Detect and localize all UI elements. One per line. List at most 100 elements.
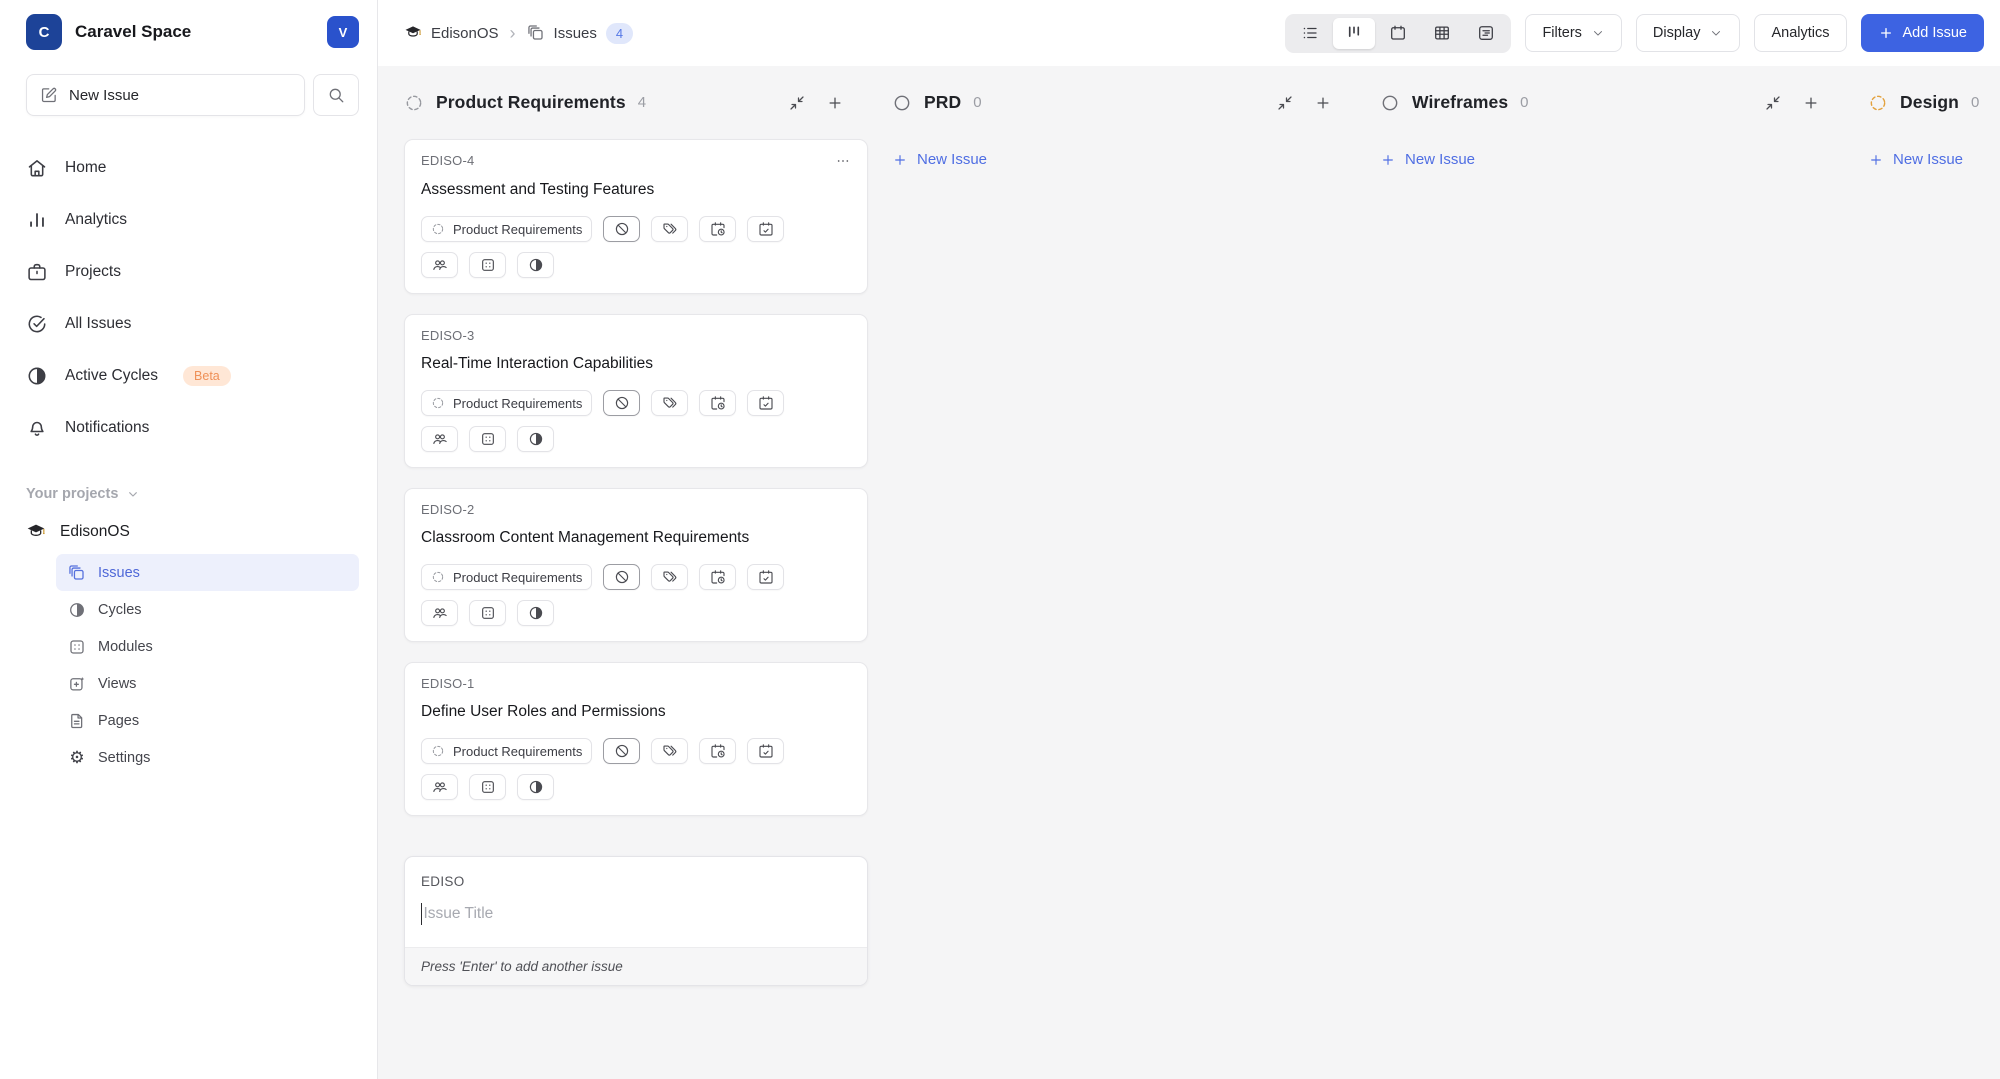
module-pill[interactable] <box>469 426 506 452</box>
user-avatar[interactable]: V <box>327 16 359 48</box>
state-pill[interactable]: Product Requirements <box>421 216 592 242</box>
module-pill[interactable] <box>469 600 506 626</box>
start-date-pill[interactable] <box>699 738 736 764</box>
module-pill[interactable] <box>469 774 506 800</box>
state-pill-label: Product Requirements <box>453 570 582 585</box>
card-menu-button[interactable] <box>835 153 851 169</box>
due-date-pill[interactable] <box>747 216 784 242</box>
issue-card[interactable]: EDISO-3 Real-Time Interaction Capabiliti… <box>404 314 868 468</box>
priority-pill[interactable] <box>603 564 640 590</box>
add-issue-button[interactable]: Add Issue <box>1861 14 1985 52</box>
start-date-pill[interactable] <box>699 564 736 590</box>
project-item-modules[interactable]: Modules <box>56 628 359 665</box>
assignee-pill[interactable] <box>421 252 458 278</box>
kanban-view-button[interactable] <box>1333 18 1375 49</box>
project-item-cycles[interactable]: Cycles <box>56 591 359 628</box>
topbar-actions: Filters Display Analytics Add Issue <box>1285 14 1984 53</box>
labels-pill[interactable] <box>651 564 688 590</box>
sub-item-label: Pages <box>98 713 139 729</box>
state-pill[interactable]: Product Requirements <box>421 738 592 764</box>
cycle-pill[interactable] <box>517 426 554 452</box>
sidebar-item-home[interactable]: Home <box>26 142 359 194</box>
priority-pill[interactable] <box>603 390 640 416</box>
list-view-button[interactable] <box>1289 18 1331 49</box>
dice-icon <box>480 257 496 273</box>
add-card-button[interactable] <box>1802 94 1820 112</box>
module-pill[interactable] <box>469 252 506 278</box>
issue-card[interactable]: EDISO-1 Define User Roles and Permission… <box>404 662 868 816</box>
breadcrumb: EdisonOS › Issues 4 <box>404 23 633 44</box>
beta-badge: Beta <box>183 366 231 386</box>
new-issue-link[interactable]: New Issue <box>892 151 1356 168</box>
sidebar-item-projects[interactable]: Projects <box>26 246 359 298</box>
collapse-column-button[interactable] <box>1276 94 1294 112</box>
display-button[interactable]: Display <box>1636 14 1741 52</box>
start-date-pill[interactable] <box>699 390 736 416</box>
due-date-pill[interactable] <box>747 390 784 416</box>
cycle-pill[interactable] <box>517 774 554 800</box>
nav-label: Home <box>65 159 106 177</box>
project-row-edisonos[interactable]: EdisonOS <box>26 522 359 542</box>
priority-pill[interactable] <box>603 216 640 242</box>
labels-pill[interactable] <box>651 738 688 764</box>
quick-add-id-prefix: EDISO <box>421 874 851 889</box>
labels-pill[interactable] <box>651 390 688 416</box>
collapse-column-button[interactable] <box>788 94 806 112</box>
state-pill[interactable]: Product Requirements <box>421 390 592 416</box>
analytics-label: Analytics <box>1771 25 1829 41</box>
calendar-check-icon <box>758 395 774 411</box>
state-pill[interactable]: Product Requirements <box>421 564 592 590</box>
collapse-column-button[interactable] <box>1764 94 1782 112</box>
gantt-view-button[interactable] <box>1465 18 1507 49</box>
priority-pill[interactable] <box>603 738 640 764</box>
project-item-views[interactable]: Views <box>56 665 359 702</box>
cycle-pill[interactable] <box>517 600 554 626</box>
column-title: Wireframes <box>1412 92 1508 113</box>
your-projects-header[interactable]: Your projects <box>26 486 359 502</box>
project-item-pages[interactable]: Pages <box>56 702 359 739</box>
calendar-view-button[interactable] <box>1377 18 1419 49</box>
chevron-down-icon <box>125 486 141 502</box>
project-item-settings[interactable]: ⚙ Settings <box>56 739 359 776</box>
sidebar-item-notifications[interactable]: Notifications <box>26 402 359 454</box>
due-date-pill[interactable] <box>747 564 784 590</box>
users-icon <box>432 605 448 621</box>
issue-title-input[interactable] <box>423 905 851 923</box>
due-date-pill[interactable] <box>747 738 784 764</box>
backlog-state-icon <box>1868 93 1888 113</box>
breadcrumb-project[interactable]: EdisonOS <box>431 25 499 42</box>
plus-icon <box>1868 152 1884 168</box>
new-issue-link[interactable]: New Issue <box>1868 151 2000 168</box>
sidebar-item-all-issues[interactable]: All Issues <box>26 298 359 350</box>
filters-button[interactable]: Filters <box>1525 14 1621 52</box>
new-issue-link[interactable]: New Issue <box>1380 151 1844 168</box>
assignee-pill[interactable] <box>421 426 458 452</box>
workspace-logo[interactable]: C <box>26 14 62 50</box>
sparkle-square-icon <box>68 675 86 693</box>
issue-card[interactable]: EDISO-4 Assessment and Testing Features … <box>404 139 868 294</box>
sidebar-item-analytics[interactable]: Analytics <box>26 194 359 246</box>
state-pill-label: Product Requirements <box>453 396 582 411</box>
assignee-pill[interactable] <box>421 600 458 626</box>
new-issue-link-label: New Issue <box>1405 151 1475 168</box>
search-button[interactable] <box>313 74 359 116</box>
analytics-button[interactable]: Analytics <box>1754 14 1846 52</box>
project-item-issues[interactable]: Issues <box>56 554 359 591</box>
issue-card[interactable]: EDISO-2 Classroom Content Management Req… <box>404 488 868 642</box>
add-card-button[interactable] <box>826 94 844 112</box>
cycle-pill[interactable] <box>517 252 554 278</box>
labels-pill[interactable] <box>651 216 688 242</box>
column-header: Wireframes 0 <box>1380 92 1844 113</box>
assignee-pill[interactable] <box>421 774 458 800</box>
start-date-pill[interactable] <box>699 216 736 242</box>
sidebar-item-active-cycles[interactable]: Active Cycles Beta <box>26 350 359 402</box>
add-card-button[interactable] <box>1314 94 1332 112</box>
new-issue-button[interactable]: New Issue <box>26 74 305 116</box>
spreadsheet-view-button[interactable] <box>1421 18 1463 49</box>
chevron-down-icon <box>1591 26 1605 40</box>
column-title: Design <box>1900 92 1959 113</box>
workspace-name[interactable]: Caravel Space <box>75 22 191 42</box>
project-name: EdisonOS <box>60 523 130 541</box>
breadcrumb-section[interactable]: Issues <box>554 25 597 42</box>
dice-icon <box>480 431 496 447</box>
